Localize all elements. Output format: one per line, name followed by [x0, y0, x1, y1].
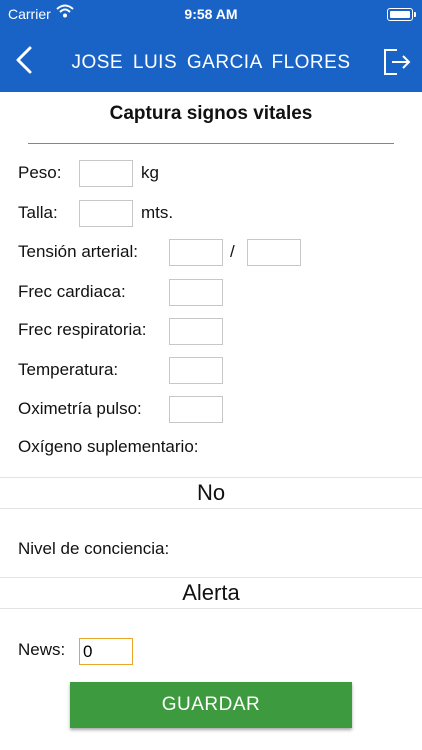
logout-icon: [384, 49, 411, 75]
talla-label: Talla:: [18, 203, 58, 222]
peso-label: Peso:: [18, 163, 62, 182]
tension-diastolic-input[interactable]: [247, 239, 301, 266]
title-divider: [28, 143, 394, 144]
peso-unit: kg: [141, 163, 159, 182]
frec-respiratoria-input[interactable]: [169, 318, 223, 345]
news-input[interactable]: [79, 638, 133, 665]
back-button[interactable]: [10, 44, 40, 76]
peso-input[interactable]: [79, 160, 133, 187]
oximetria-input[interactable]: [169, 396, 223, 423]
talla-input[interactable]: [79, 200, 133, 227]
oxigeno-label: Oxígeno suplementario:: [18, 437, 199, 456]
oximetria-label: Oximetría pulso:: [18, 399, 142, 418]
news-label: News:: [18, 640, 66, 659]
temperatura-input[interactable]: [169, 357, 223, 384]
oxigeno-picker[interactable]: No: [0, 477, 422, 509]
patient-name: JOSE LUIS GARCIA FLORES: [71, 52, 351, 73]
frec-cardiaca-input[interactable]: [169, 279, 223, 306]
temperatura-label: Temperatura:: [18, 360, 119, 379]
tension-separator: /: [230, 242, 235, 261]
conciencia-label: Nivel de conciencia:: [18, 539, 170, 558]
nav-bar: JOSE LUIS GARCIA FLORES: [0, 28, 422, 92]
conciencia-picker[interactable]: Alerta: [0, 577, 422, 609]
frec-cardiaca-label: Frec cardiaca:: [18, 282, 126, 301]
clock: 9:58 AM: [184, 6, 238, 22]
chevron-left-icon: [16, 46, 32, 74]
tension-systolic-input[interactable]: [169, 239, 223, 266]
frec-respiratoria-label: Frec respiratoria:: [18, 320, 147, 339]
page-title: Captura signos vitales: [109, 103, 313, 124]
status-bar: Carrier 9:58 AM: [0, 0, 422, 28]
header-bar: Carrier 9:58 AM JOSE LUIS GARCIA FLORES: [0, 0, 422, 92]
tension-label: Tensión arterial:: [18, 242, 139, 261]
talla-unit: mts.: [141, 203, 174, 222]
save-button[interactable]: GUARDAR: [70, 682, 352, 728]
battery-icon: [387, 8, 416, 21]
logout-button[interactable]: [380, 46, 412, 78]
